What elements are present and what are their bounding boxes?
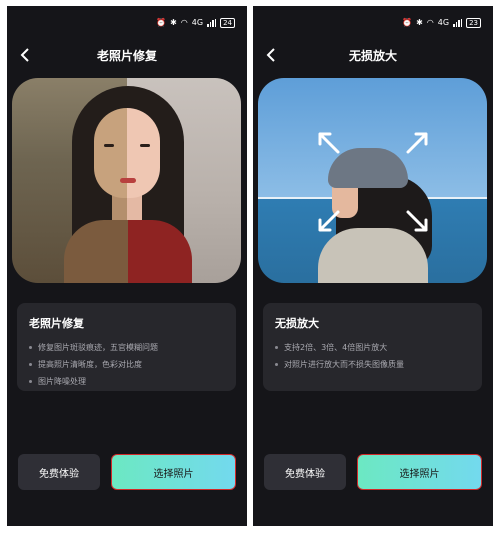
- wifi-icon: ◠: [426, 18, 434, 27]
- expand-arrows-icon: [316, 130, 342, 156]
- wifi-icon: ◠: [180, 18, 188, 27]
- card-heading: 无损放大: [275, 317, 319, 330]
- feature-description-card: 老照片修复 修复图片斑驳痕迹，五官模糊问题 提高照片清晰度，色彩对比度 图片降噪…: [17, 303, 236, 391]
- expand-arrows-icon: [404, 208, 430, 234]
- alarm-icon: ⏰: [156, 18, 167, 27]
- bullet-icon: [29, 346, 32, 349]
- portrait-eye: [104, 144, 114, 147]
- status-bar: ⏰ ✱ ◠ 4G 23: [402, 17, 481, 29]
- page-title: 无损放大: [348, 49, 397, 63]
- list-item: 修复图片斑驳痕迹，五官模糊问题: [29, 339, 224, 356]
- bullet-icon: [275, 363, 278, 366]
- card-heading: 老照片修复: [29, 317, 84, 330]
- list-item: 支持2倍、3倍、4倍图片放大: [275, 339, 470, 356]
- network-label: 4G: [437, 18, 450, 27]
- person-body: [318, 228, 428, 283]
- signal-icon: [453, 19, 463, 27]
- free-trial-button[interactable]: 免费体验: [264, 454, 346, 490]
- signal-icon: [207, 19, 217, 27]
- bullet-icon: [29, 363, 32, 366]
- portrait-face: [94, 108, 160, 198]
- list-item: 对照片进行放大而不损失图像质量: [275, 356, 470, 373]
- battery-icon: 23: [466, 18, 481, 28]
- status-bar: ⏰ ✱ ◠ 4G 24: [156, 17, 235, 29]
- feature-description-card: 无损放大 支持2倍、3倍、4倍图片放大 对照片进行放大而不损失图像质量: [263, 303, 482, 391]
- battery-icon: 24: [220, 18, 235, 28]
- bluetooth-icon: ✱: [416, 18, 423, 27]
- bluetooth-icon: ✱: [170, 18, 177, 27]
- select-photo-button[interactable]: 选择照片: [111, 454, 236, 490]
- header: 老照片修复: [7, 40, 247, 70]
- expand-arrows-icon: [404, 130, 430, 156]
- bullet-icon: [29, 380, 32, 383]
- old-photo-restore-screen: ⏰ ✱ ◠ 4G 24 老照片修复 老照片修复 修复图片斑驳痕迹，五官模糊问题 …: [7, 6, 247, 526]
- expand-arrows-icon: [316, 208, 342, 234]
- list-item: 图片降噪处理: [29, 373, 224, 390]
- portrait-lips: [120, 178, 136, 183]
- network-label: 4G: [191, 18, 204, 27]
- list-item: 提高照片清晰度，色彩对比度: [29, 356, 224, 373]
- page-title: 老照片修复: [96, 49, 157, 63]
- alarm-icon: ⏰: [402, 18, 413, 27]
- select-photo-button[interactable]: 选择照片: [357, 454, 482, 490]
- header: 无损放大: [253, 40, 493, 70]
- lossless-upscale-screen: ⏰ ✱ ◠ 4G 23 无损放大 无损放大 支持2倍、3倍、4倍图片放大 对照片…: [253, 6, 493, 526]
- sample-photo-upscale: [258, 78, 487, 283]
- free-trial-button[interactable]: 免费体验: [18, 454, 100, 490]
- portrait-dress: [64, 220, 192, 283]
- portrait-eye: [140, 144, 150, 147]
- sample-photo-before-after: [12, 78, 241, 283]
- bullet-icon: [275, 346, 278, 349]
